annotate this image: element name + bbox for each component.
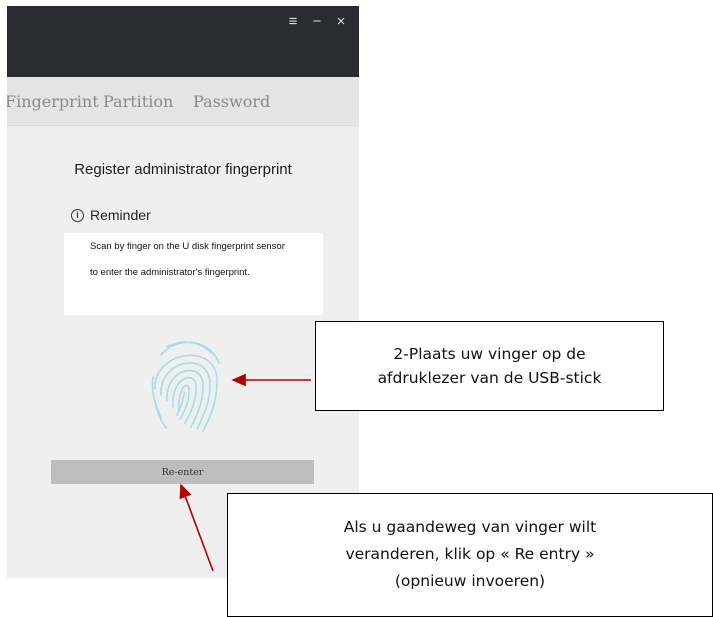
tab-fingerprint[interactable]: Fingerprint xyxy=(7,92,99,111)
tab-bar: Fingerprint Partition Password xyxy=(7,77,359,126)
reminder-box: Scan by finger on the U disk fingerprint… xyxy=(64,233,323,315)
callout-line: afdruklezer van de USB-stick xyxy=(377,369,602,387)
reminder-line-2: to enter the administrator's fingerprint… xyxy=(90,267,250,278)
callout-line: 2-Plaats uw vinger op de xyxy=(393,345,586,363)
info-icon: i xyxy=(71,208,84,222)
callout-line: Als u gaandeweg van vinger wilt xyxy=(343,518,597,536)
reminder-label: Reminder xyxy=(90,207,151,223)
menu-icon[interactable]: ≡ xyxy=(285,14,301,30)
fingerprint-callout: 2-Plaats uw vinger op de afdruklezer van… xyxy=(315,321,664,411)
page-title: Register administrator fingerprint xyxy=(74,161,292,178)
close-icon[interactable]: × xyxy=(333,14,349,30)
tab-partition[interactable]: Partition xyxy=(103,92,173,111)
reminder-heading: i Reminder xyxy=(71,207,151,223)
tab-password[interactable]: Password xyxy=(193,92,270,111)
title-bar: ≡ − × xyxy=(7,6,359,77)
minimize-icon[interactable]: − xyxy=(309,14,325,30)
re-enter-button[interactable]: Re-enter xyxy=(51,460,314,484)
reminder-line-1: Scan by finger on the U disk fingerprint… xyxy=(90,241,285,252)
callout-line: veranderen, klik op « Re entry » xyxy=(345,545,595,563)
reenter-callout: Als u gaandeweg van vinger wilt verander… xyxy=(227,493,713,617)
fingerprint-icon xyxy=(151,341,220,432)
callout-line: (opnieuw invoeren) xyxy=(394,572,546,590)
